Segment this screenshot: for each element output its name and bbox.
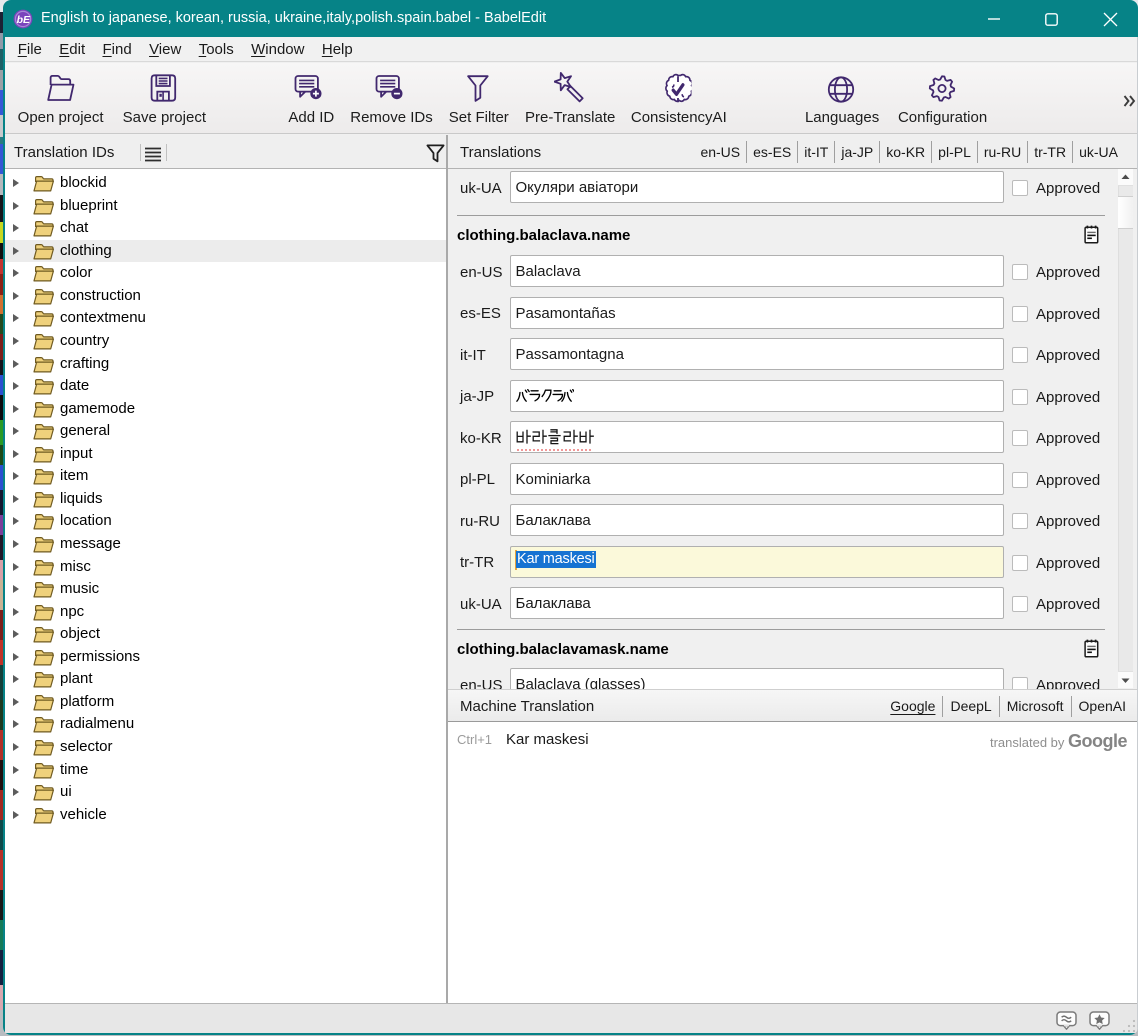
svg-text:bE: bE [16, 14, 30, 26]
